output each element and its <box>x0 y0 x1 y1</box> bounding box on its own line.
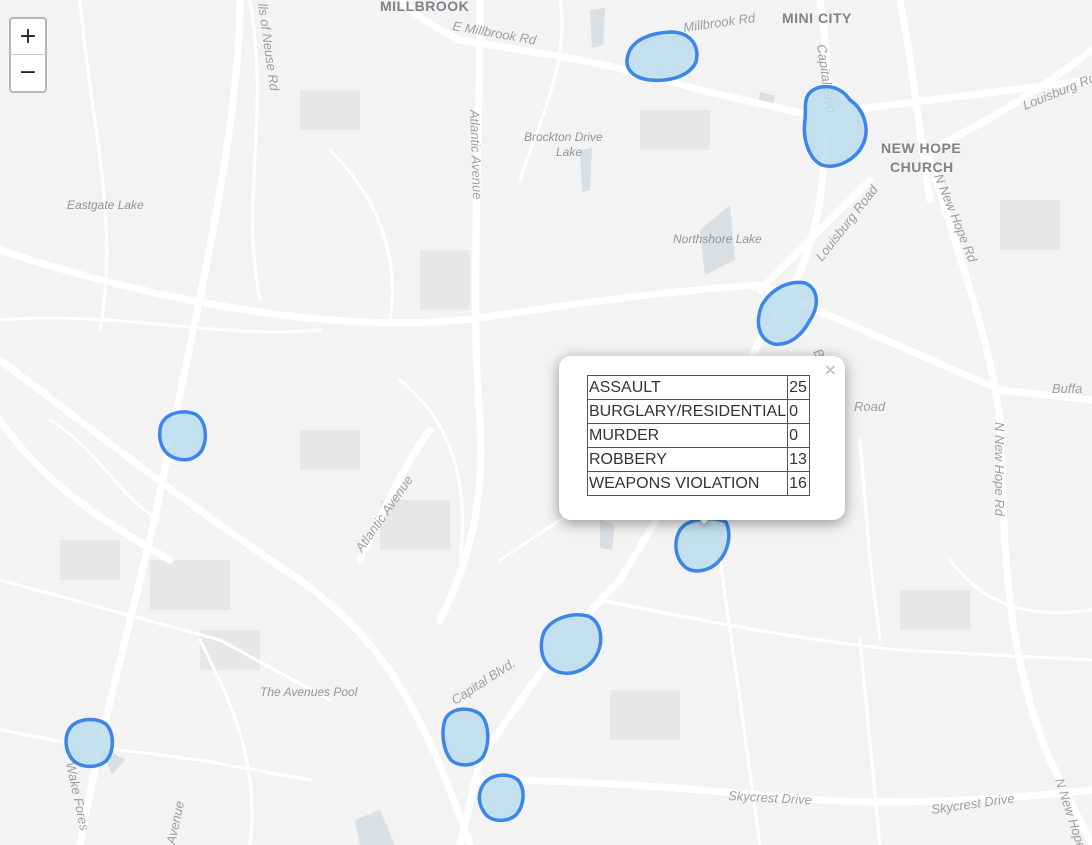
label-mini-city: MINI CITY <box>782 10 852 26</box>
water-label-eastgate: Eastgate Lake <box>67 198 144 212</box>
crime-count-table: ASSAULT 25 BURGLARY/RESIDENTIAL 0 MURDER 0 ROB… <box>586 375 810 496</box>
water-label-avenues-pool: The Avenues Pool <box>260 685 358 699</box>
crime-type-cell: MURDER <box>586 423 789 448</box>
zoom-in-button[interactable]: + <box>11 19 45 55</box>
crime-popup: × ASSAULT 25 BURGLARY/RESIDENTIAL 0 MURDER 0 R… <box>559 356 845 520</box>
road-label-n-new-hope-rd-south: N New Hope Rd <box>992 422 1007 517</box>
crime-type-cell: BURGLARY/RESIDENTIAL <box>586 399 789 424</box>
hotspot-polygon[interactable] <box>441 707 490 767</box>
zoom-control: + − <box>9 17 47 93</box>
table-row: ROBBERY 13 <box>586 447 810 472</box>
map-canvas[interactable]: MILLBROOK MINI CITY NEW HOPE CHURCH E Mi… <box>0 0 1092 845</box>
hotspot-polygon[interactable] <box>157 410 208 462</box>
table-row: MURDER 0 <box>586 423 810 448</box>
table-row: WEAPONS VIOLATION 16 <box>586 471 810 496</box>
crime-type-cell: WEAPONS VIOLATION <box>586 471 789 496</box>
crime-count-cell: 13 <box>787 447 810 472</box>
label-millbrook: MILLBROOK <box>380 0 469 14</box>
zoom-out-button[interactable]: − <box>11 55 45 90</box>
table-row: BURGLARY/RESIDENTIAL 0 <box>586 399 810 424</box>
water-label-brockton-lake: Lake <box>556 145 582 159</box>
crime-count-cell: 25 <box>787 375 810 400</box>
popup-close-icon[interactable]: × <box>824 362 837 378</box>
water-label-brockton: Brockton Drive <box>524 130 603 144</box>
crime-count-cell: 16 <box>787 471 810 496</box>
road-label-atlantic-avenue-north: Atlantic Avenue <box>467 109 485 200</box>
road-label-buffa: Buffa <box>1052 381 1082 396</box>
road-label-road: Road <box>854 399 886 414</box>
hotspot-polygon[interactable] <box>64 717 115 769</box>
label-new-hope: NEW HOPE <box>881 140 961 156</box>
hotspot-polygon[interactable] <box>539 613 603 675</box>
crime-type-cell: ROBBERY <box>586 447 789 472</box>
water-label-northshore: Northshore Lake <box>673 232 762 246</box>
crime-count-cell: 0 <box>787 399 810 424</box>
table-row: ASSAULT 25 <box>586 375 810 400</box>
crime-type-cell: ASSAULT <box>586 375 789 400</box>
crime-count-cell: 0 <box>787 423 810 448</box>
hotspot-polygon[interactable] <box>477 773 525 822</box>
